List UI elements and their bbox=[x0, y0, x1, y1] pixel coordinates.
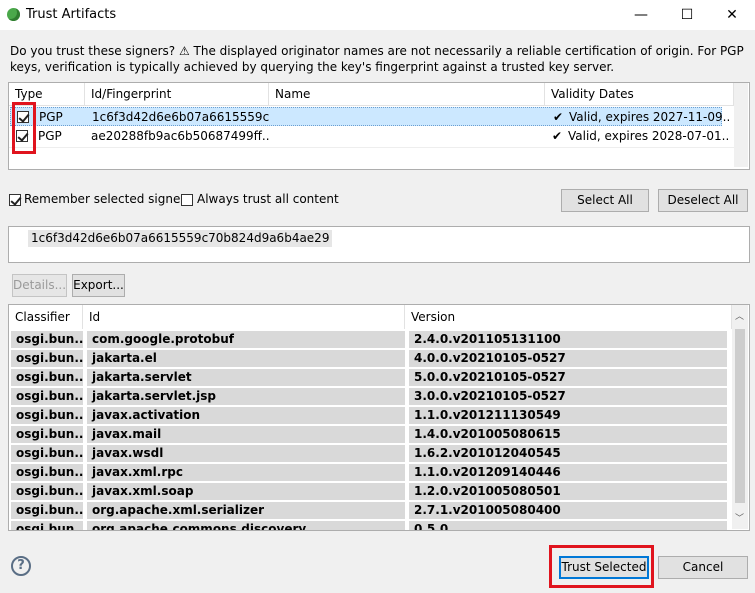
artifact-version: 1.6.2.v201012040545 bbox=[409, 445, 727, 462]
artifact-id: org.apache.xml.serializer bbox=[87, 502, 405, 519]
signers-scrollbar[interactable] bbox=[734, 83, 748, 167]
table-row[interactable]: osgi.bun... org.apache.commons.discovery 0… bbox=[9, 520, 732, 530]
minimize-button[interactable]: — bbox=[618, 0, 664, 30]
header-name[interactable]: Name bbox=[269, 83, 545, 105]
artifact-version: 4.0.0.v20210105-0527 bbox=[409, 350, 727, 367]
eclipse-app-icon bbox=[7, 8, 20, 21]
header-version[interactable]: Version bbox=[405, 305, 732, 329]
signer-checkbox[interactable] bbox=[16, 130, 28, 142]
artifact-id: jakarta.servlet.jsp bbox=[87, 388, 405, 405]
artifact-id: javax.mail bbox=[87, 426, 405, 443]
artifact-classifier: osgi.bun... bbox=[11, 369, 83, 386]
scroll-down-icon[interactable]: ﹀ bbox=[735, 511, 744, 524]
table-row[interactable]: osgi.bun... org.apache.xml.serializer 2.7.… bbox=[9, 501, 732, 520]
artifact-classifier: osgi.bun... bbox=[11, 388, 83, 405]
artifact-id: javax.wsdl bbox=[87, 445, 405, 462]
signer-validity: Valid, expires 2027-11-09... bbox=[569, 110, 729, 124]
empty-row bbox=[9, 147, 734, 168]
artifact-version: 2.7.1.v201005080400 bbox=[409, 502, 727, 519]
artifact-classifier: osgi.bun... bbox=[11, 521, 83, 530]
scroll-up-icon[interactable]: ︿ bbox=[735, 309, 744, 322]
artifacts-scrollbar[interactable]: ︿ ﹀ bbox=[732, 305, 748, 529]
intro-text: Do you trust these signers? ⚠ The displa… bbox=[10, 44, 744, 74]
remember-signers-label[interactable]: Remember selected signers bbox=[24, 192, 192, 206]
header-id[interactable]: Id bbox=[83, 305, 405, 329]
signer-type: PGP bbox=[39, 110, 63, 124]
close-button[interactable]: ✕ bbox=[709, 0, 755, 30]
artifact-id: javax.xml.soap bbox=[87, 483, 405, 500]
signers-table: Type Id/Fingerprint Name Validity Dates … bbox=[8, 82, 750, 170]
trust-selected-button[interactable]: Trust Selected bbox=[559, 556, 649, 579]
window-title: Trust Artifacts bbox=[26, 7, 117, 22]
signer-name bbox=[275, 127, 545, 146]
artifact-classifier: osgi.bun... bbox=[11, 502, 83, 519]
table-row[interactable]: osgi.bun... javax.wsdl 1.6.2.v201012040545 bbox=[9, 444, 732, 463]
table-row[interactable]: osgi.bun... jakarta.servlet 5.0.0.v2021010… bbox=[9, 368, 732, 387]
artifact-version: 2.4.0.v201105131100 bbox=[409, 331, 727, 348]
scrollbar-thumb[interactable] bbox=[735, 329, 745, 503]
artifact-version: 1.4.0.v201005080615 bbox=[409, 426, 727, 443]
table-row[interactable]: osgi.bun... javax.xml.rpc 1.1.0.v201209140… bbox=[9, 463, 732, 482]
signer-row[interactable]: PGP ae20288fb9ac6b50687499ff... ✔ Valid,… bbox=[10, 127, 728, 146]
artifact-id: com.google.protobuf bbox=[87, 331, 405, 348]
artifact-classifier: osgi.bun... bbox=[11, 331, 83, 348]
maximize-button[interactable]: ☐ bbox=[664, 0, 710, 30]
table-row[interactable]: osgi.bun... com.google.protobuf 2.4.0.v201… bbox=[9, 330, 732, 349]
artifact-id: jakarta.servlet bbox=[87, 369, 405, 386]
artifact-classifier: osgi.bun... bbox=[11, 445, 83, 462]
signers-header: Type Id/Fingerprint Name Validity Dates bbox=[9, 83, 734, 106]
signer-row[interactable]: PGP 1c6f3d42d6e6b07a6615559c... ✔ Valid,… bbox=[10, 107, 729, 127]
header-type[interactable]: Type bbox=[9, 83, 85, 105]
artifact-version: 1.2.0.v201005080501 bbox=[409, 483, 727, 500]
table-row[interactable]: osgi.bun... javax.activation 1.1.0.v201211… bbox=[9, 406, 732, 425]
artifact-version: 0.5.0... bbox=[409, 521, 727, 530]
artifact-id: jakarta.el bbox=[87, 350, 405, 367]
signer-fingerprint: ae20288fb9ac6b50687499ff... bbox=[91, 129, 269, 143]
artifact-classifier: osgi.bun... bbox=[11, 483, 83, 500]
signer-checkbox[interactable] bbox=[17, 111, 29, 123]
table-row[interactable]: osgi.bun... jakarta.servlet.jsp 3.0.0.v202… bbox=[9, 387, 732, 406]
artifact-id: org.apache.commons.discovery bbox=[87, 521, 405, 530]
artifact-version: 1.1.0.v201209140446 bbox=[409, 464, 727, 481]
fingerprint-text[interactable]: 1c6f3d42d6e6b07a6615559c70b824d9a6b4ae29 bbox=[28, 230, 333, 247]
remember-signers-checkbox[interactable] bbox=[9, 194, 21, 206]
always-trust-label[interactable]: Always trust all content bbox=[197, 192, 339, 206]
artifact-version: 3.0.0.v20210105-0527 bbox=[409, 388, 727, 405]
signer-name bbox=[276, 108, 546, 127]
always-trust-checkbox[interactable] bbox=[181, 194, 193, 206]
fingerprint-box: 1c6f3d42d6e6b07a6615559c70b824d9a6b4ae29 bbox=[8, 226, 750, 263]
signer-validity: Valid, expires 2028-07-01... bbox=[568, 129, 728, 143]
artifact-id: javax.activation bbox=[87, 407, 405, 424]
artifact-id: javax.xml.rpc bbox=[87, 464, 405, 481]
check-mark-icon: ✔ bbox=[553, 110, 564, 124]
title-bar: Trust Artifacts — ☐ ✕ bbox=[0, 0, 755, 30]
details-button[interactable]: Details... bbox=[12, 274, 67, 297]
select-all-button[interactable]: Select All bbox=[561, 189, 649, 212]
table-row[interactable]: osgi.bun... javax.xml.soap 1.2.0.v20100508… bbox=[9, 482, 732, 501]
help-icon[interactable]: ? bbox=[11, 556, 31, 576]
table-row[interactable]: osgi.bun... jakarta.el 4.0.0.v20210105-052… bbox=[9, 349, 732, 368]
artifact-classifier: osgi.bun... bbox=[11, 407, 83, 424]
export-button[interactable]: Export... bbox=[72, 274, 125, 297]
artifact-version: 1.1.0.v201211130549 bbox=[409, 407, 727, 424]
check-mark-icon: ✔ bbox=[552, 129, 563, 143]
artifact-version: 5.0.0.v20210105-0527 bbox=[409, 369, 727, 386]
signer-type: PGP bbox=[38, 129, 62, 143]
deselect-all-button[interactable]: Deselect All bbox=[658, 189, 748, 212]
signer-fingerprint: 1c6f3d42d6e6b07a6615559c... bbox=[92, 110, 270, 124]
header-validity[interactable]: Validity Dates bbox=[545, 83, 734, 105]
table-row[interactable]: osgi.bun... javax.mail 1.4.0.v201005080615 bbox=[9, 425, 732, 444]
cancel-button[interactable]: Cancel bbox=[658, 556, 748, 579]
artifacts-header: Classifier Id Version bbox=[9, 305, 732, 329]
artifact-classifier: osgi.bun... bbox=[11, 464, 83, 481]
artifact-classifier: osgi.bun... bbox=[11, 350, 83, 367]
artifact-classifier: osgi.bun... bbox=[11, 426, 83, 443]
header-fingerprint[interactable]: Id/Fingerprint bbox=[85, 83, 269, 105]
header-classifier[interactable]: Classifier bbox=[9, 305, 83, 329]
artifacts-table: Classifier Id Version osgi.bun... com.goo… bbox=[8, 304, 750, 531]
